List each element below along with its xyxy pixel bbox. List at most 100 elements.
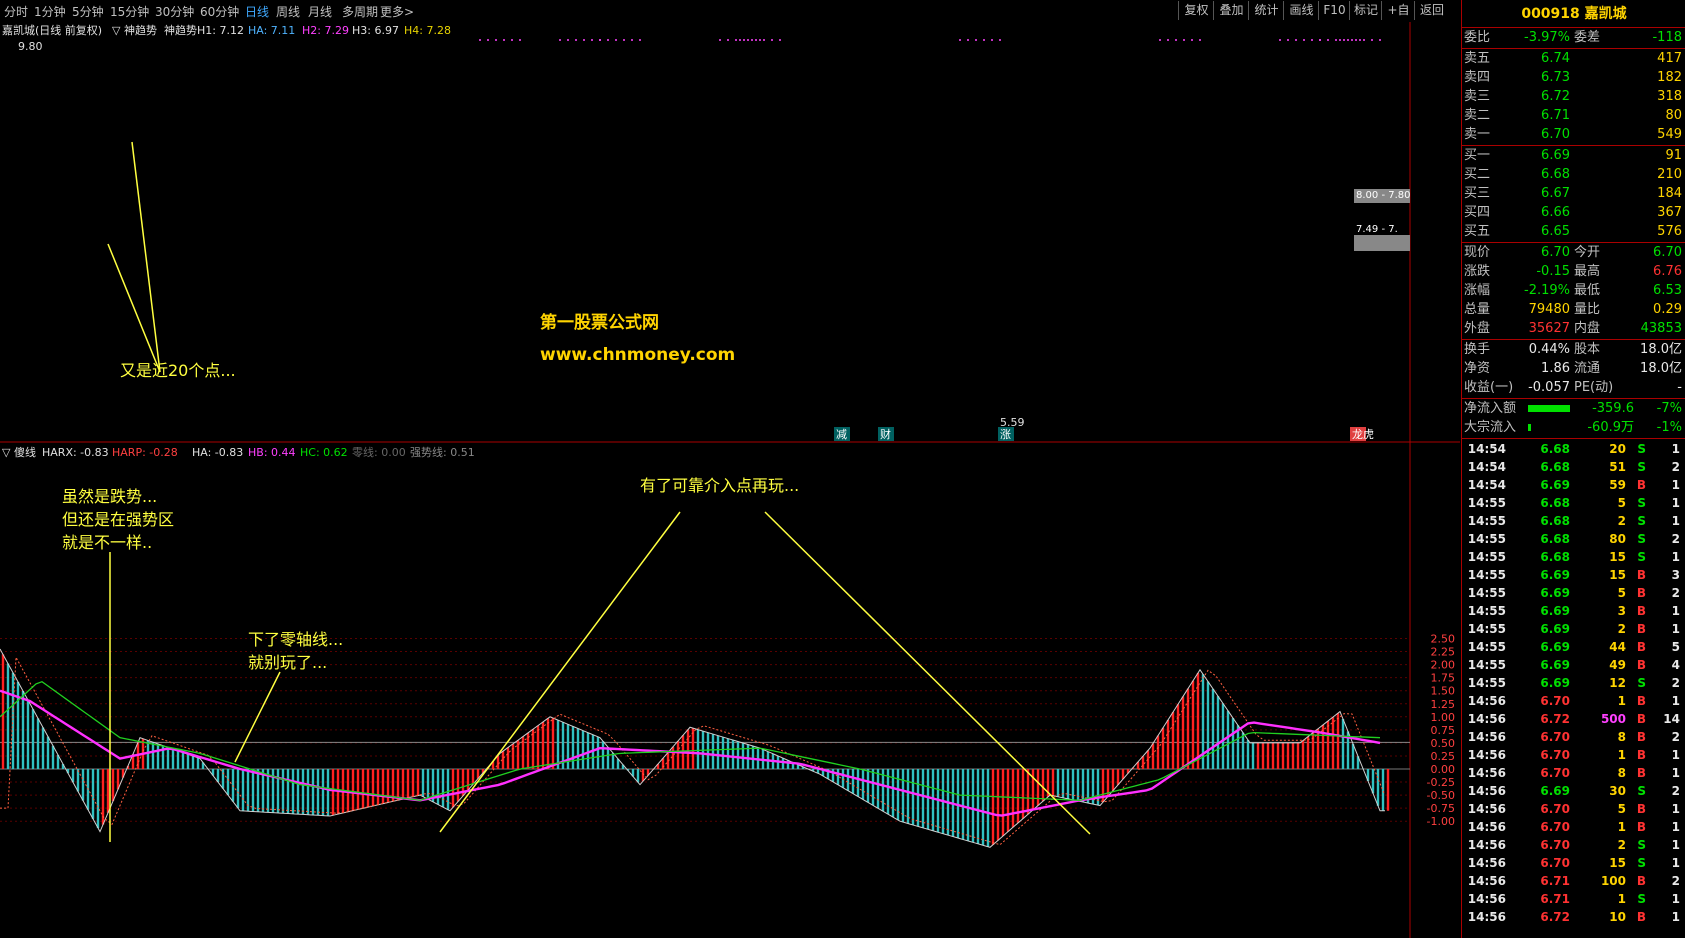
event-marker-label: 财	[880, 427, 891, 441]
trade-side: B	[1636, 910, 1646, 924]
fund-flow-bar	[1528, 405, 1570, 412]
trade-time: 14:55	[1467, 676, 1506, 690]
signal-dot	[759, 39, 761, 41]
stat-label: 涨幅	[1464, 283, 1491, 298]
period-tab[interactable]: 60分钟	[200, 3, 239, 20]
trade-price: 6.72	[1540, 712, 1570, 726]
toolbar-button[interactable]: 复权	[1178, 1, 1214, 20]
trade-volume: 12	[1609, 676, 1626, 690]
indicator-tick-label: 1.75	[1431, 672, 1456, 685]
tick-trade-row: 14:56 6.72 10 B 1	[1462, 908, 1685, 926]
signal-dot	[719, 39, 721, 41]
signal-dot	[487, 39, 489, 41]
period-tab[interactable]: 15分钟	[110, 3, 149, 20]
trade-side: B	[1636, 694, 1646, 708]
trade-side: B	[1636, 766, 1646, 780]
ask-volume: 80	[1665, 108, 1682, 123]
period-tab[interactable]: 多周期	[342, 3, 378, 20]
trade-side: S	[1637, 532, 1646, 546]
stat-value: 6.53	[1653, 283, 1682, 298]
trade-count: 1	[1671, 748, 1680, 762]
bid-level: 买二 6.68 210	[1462, 165, 1685, 184]
indicator-tick-label: -0.25	[1427, 776, 1455, 789]
quote-stat-row: 现价 6.70 今开 6.70	[1462, 243, 1685, 262]
trade-price: 6.69	[1540, 640, 1570, 654]
signal-dot	[739, 39, 741, 41]
trade-price: 6.69	[1540, 784, 1570, 798]
trade-count: 1	[1671, 496, 1680, 510]
trade-count: 1	[1671, 892, 1680, 906]
trade-price: 6.69	[1540, 586, 1570, 600]
toolbar-button[interactable]: 返回	[1414, 1, 1449, 20]
toolbar-button[interactable]: F10	[1318, 1, 1350, 20]
indicator-tick-label: -1.00	[1427, 815, 1455, 828]
trade-volume: 59	[1609, 478, 1626, 492]
trade-price: 6.69	[1540, 658, 1570, 672]
period-tab[interactable]: 30分钟	[155, 3, 194, 20]
trade-side: B	[1636, 568, 1646, 582]
tick-trade-row: 14:56 6.70 8 B 2	[1462, 728, 1685, 746]
trade-price: 6.71	[1540, 892, 1570, 906]
trade-volume: 8	[1617, 730, 1626, 744]
trade-price: 6.68	[1540, 460, 1570, 474]
indicator-label: ▽ 傻线	[2, 445, 36, 459]
trade-volume: 51	[1609, 460, 1626, 474]
trade-volume: 5	[1617, 496, 1626, 510]
period-tab[interactable]: 周线	[276, 3, 300, 20]
signal-dot	[639, 39, 641, 41]
tick-trade-row: 14:56 6.70 5 B 1	[1462, 800, 1685, 818]
period-tab[interactable]: 1分钟	[34, 3, 66, 20]
trade-side: S	[1637, 442, 1646, 456]
bid-price: 6.66	[1541, 205, 1570, 220]
high-price-label: 9.80	[18, 40, 43, 53]
stat-value: 6.70	[1541, 245, 1570, 260]
period-tab[interactable]: 更多>	[380, 3, 414, 20]
tick-trade-row: 14:55 6.69 2 B 1	[1462, 620, 1685, 638]
trade-count: 1	[1671, 622, 1680, 636]
trade-side: S	[1637, 496, 1646, 510]
trade-time: 14:56	[1467, 730, 1506, 744]
bid-label: 买二	[1464, 167, 1491, 182]
indicator-tick-label: 1.00	[1431, 711, 1456, 724]
stat-value: 18.0亿	[1640, 342, 1682, 357]
period-tab[interactable]: 日线	[245, 3, 269, 20]
signal-dot	[751, 39, 753, 41]
tick-trade-row: 14:56 6.71 1 S 1	[1462, 890, 1685, 908]
signal-dot	[743, 39, 745, 41]
trade-volume: 30	[1609, 784, 1626, 798]
quote-stat-row: 收益(一) -0.057 PE(动) -	[1462, 378, 1685, 397]
watermark-text: 第一股票公式网	[540, 312, 659, 333]
tick-trade-row: 14:56 6.71 100 B 2	[1462, 872, 1685, 890]
ask-level: 卖二 6.71 80	[1462, 106, 1685, 125]
trade-volume: 500	[1600, 712, 1626, 726]
stock-name: 嘉凯城	[1584, 6, 1627, 22]
trade-time: 14:54	[1467, 442, 1506, 456]
stat-label: 最高	[1574, 264, 1601, 279]
stat-label: 总量	[1464, 302, 1491, 317]
trade-price: 6.70	[1540, 820, 1570, 834]
bid-label: 买一	[1464, 148, 1491, 163]
trade-count: 1	[1671, 820, 1680, 834]
trade-side: B	[1636, 586, 1646, 600]
signal-dot	[1343, 39, 1345, 41]
toolbar-button[interactable]: +自选	[1381, 1, 1415, 36]
period-tab[interactable]: 5分钟	[72, 3, 104, 20]
toolbar-button[interactable]: 标记	[1349, 1, 1382, 20]
toolbar-button[interactable]: 画线	[1283, 1, 1319, 20]
stat-label: 内盘	[1574, 321, 1601, 336]
ask-level: 卖三 6.72 318	[1462, 87, 1685, 106]
period-tab[interactable]: 分时	[4, 3, 28, 20]
stat-value: -0.15	[1536, 264, 1570, 279]
quote-stat-row: 涨跌 -0.15 最高 6.76	[1462, 262, 1685, 281]
trade-price: 6.70	[1540, 730, 1570, 744]
signal-dot	[1347, 39, 1349, 41]
bid-price: 6.65	[1541, 224, 1570, 239]
signal-dot	[519, 39, 521, 41]
period-tab[interactable]: 月线	[308, 3, 332, 20]
signal-dot	[1175, 39, 1177, 41]
toolbar-button[interactable]: 叠加	[1213, 1, 1249, 20]
ask-label: 卖二	[1464, 108, 1491, 123]
toolbar-button[interactable]: 统计	[1248, 1, 1284, 20]
range-box-label: 8.00 - 7.80	[1356, 190, 1411, 201]
trade-price: 6.70	[1540, 694, 1570, 708]
